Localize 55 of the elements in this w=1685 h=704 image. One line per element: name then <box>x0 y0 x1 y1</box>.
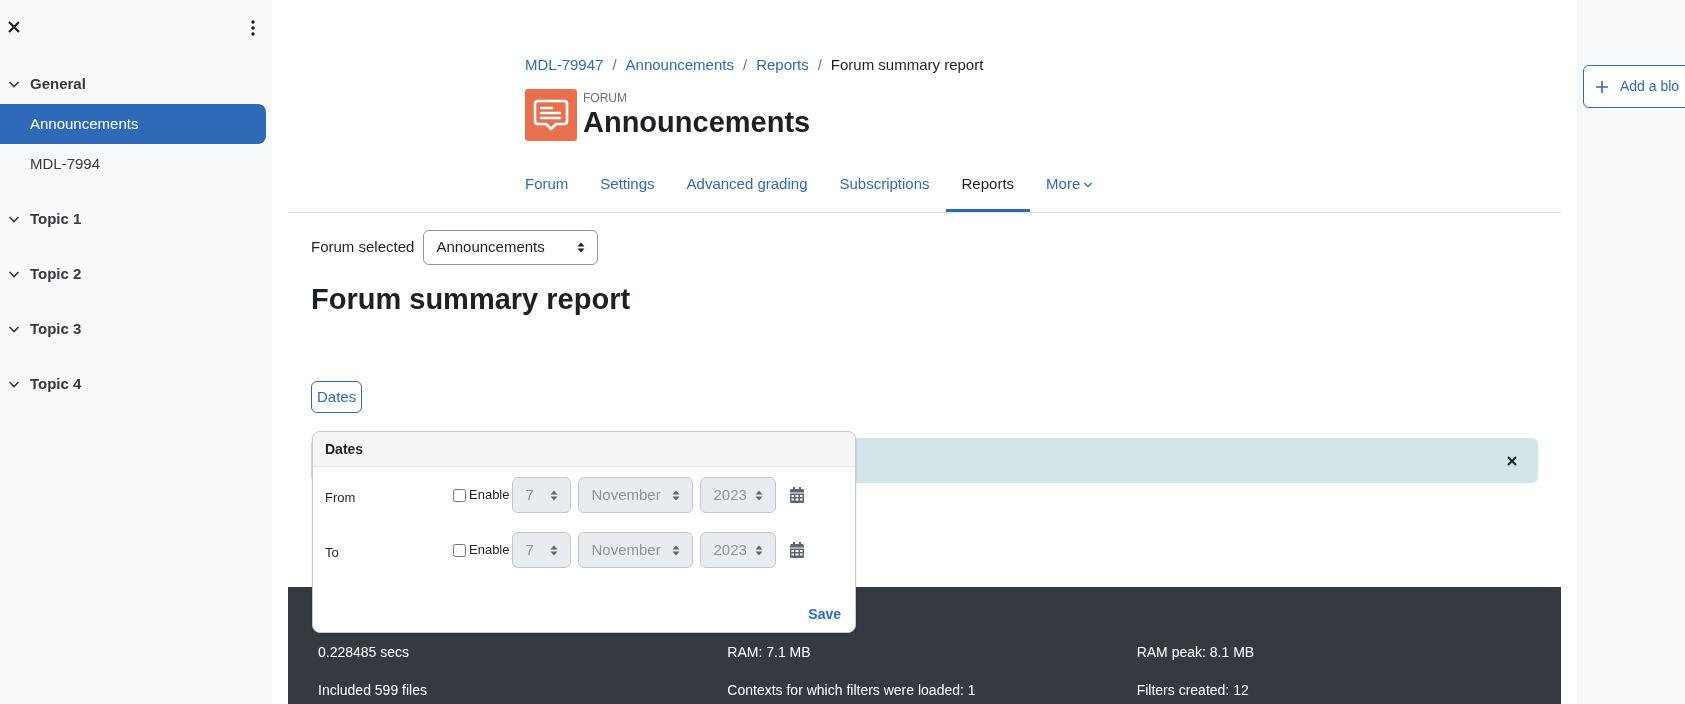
activity-link[interactable]: MDL-7994 <box>0 144 266 184</box>
select-arrows-icon <box>755 544 764 556</box>
popover-title: Dates <box>325 439 364 459</box>
breadcrumb-separator: / <box>817 54 822 75</box>
breadcrumb-current: Forum summary report <box>830 54 984 75</box>
performance-stat: RAM: 7.1 MB <box>727 643 812 662</box>
breadcrumb-separator: / <box>742 54 748 75</box>
enable-label: Enable <box>469 541 510 560</box>
more-options-icon[interactable] <box>250 20 256 36</box>
nav-tab[interactable]: Subscriptions <box>823 160 946 212</box>
add-block-button[interactable]: Add a blo <box>1583 65 1685 108</box>
date-row-label: From <box>324 489 357 508</box>
enable-checkbox[interactable] <box>453 543 466 557</box>
activity-link[interactable]: Announcements <box>0 104 266 144</box>
forum-select-label: Forum selected <box>311 237 415 258</box>
save-link[interactable]: Save <box>808 604 841 625</box>
breadcrumb-link[interactable]: Reports <box>756 53 809 77</box>
page-title: Announcements <box>583 105 811 139</box>
dates-filter-button[interactable]: Dates <box>311 381 363 413</box>
enable-label: Enable <box>469 486 510 505</box>
select-arrows-icon <box>672 544 681 556</box>
report-heading: Forum summary report <box>311 282 632 317</box>
nav-tab[interactable]: Advanced grading <box>670 160 824 212</box>
performance-stat: Filters created: 12 <box>1136 681 1250 700</box>
section-title[interactable]: Topic 1 <box>30 207 82 231</box>
close-icon[interactable] <box>7 20 21 34</box>
forum-icon <box>525 89 577 141</box>
select-arrows-icon <box>755 489 764 501</box>
section-title[interactable]: General <box>30 72 86 96</box>
close-icon[interactable] <box>1506 454 1518 467</box>
forum-select[interactable]: Announcements <box>423 230 599 265</box>
plus-icon <box>1596 80 1608 93</box>
section-title[interactable]: Topic 4 <box>30 372 82 396</box>
breadcrumb-separator: / <box>612 54 617 75</box>
breadcrumb-link[interactable]: MDL-79947 <box>525 53 604 77</box>
performance-stat: Contexts for which filters were loaded: 1 <box>727 681 977 700</box>
select-arrows-icon <box>550 544 559 556</box>
select-arrows-icon <box>672 489 681 501</box>
performance-stat: 0.228485 secs <box>318 643 411 662</box>
caret-icon <box>1084 181 1093 188</box>
section-title[interactable]: Topic 3 <box>30 317 82 341</box>
nav-tab[interactable]: Forum <box>509 160 585 212</box>
date-row-label: To <box>324 544 340 563</box>
performance-stat: Included 599 files <box>318 681 428 700</box>
select-arrows-icon <box>550 489 559 501</box>
calendar-icon[interactable] <box>790 487 805 503</box>
section-title[interactable]: Topic 2 <box>30 262 82 286</box>
select-arrows-icon <box>577 242 586 253</box>
nav-tab[interactable]: More <box>1030 160 1109 212</box>
breadcrumb-link[interactable]: Announcements <box>625 53 734 77</box>
enable-checkbox[interactable] <box>453 488 466 502</box>
activity-type-label: FORUM <box>583 91 628 105</box>
calendar-icon[interactable] <box>790 542 805 558</box>
nav-tab[interactable]: Settings <box>584 160 671 212</box>
performance-stat: RAM peak: 8.1 MB <box>1136 643 1256 662</box>
